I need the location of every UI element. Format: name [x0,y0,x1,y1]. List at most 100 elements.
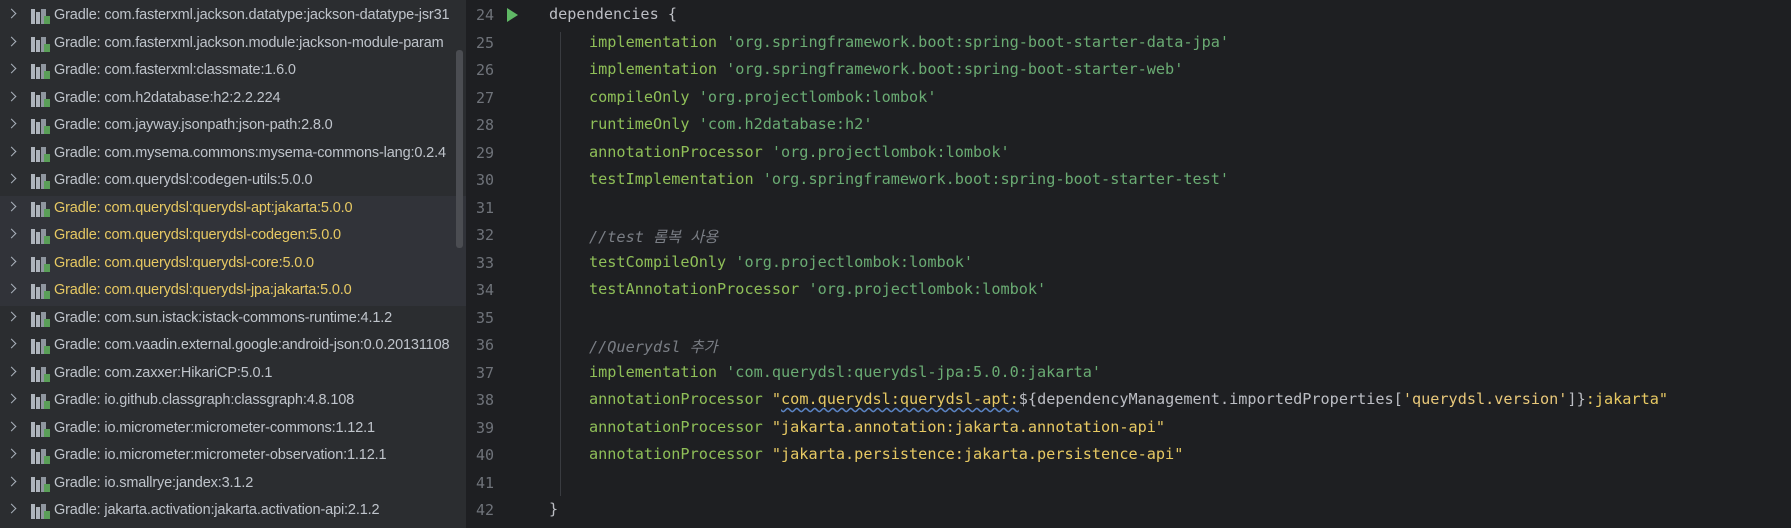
chevron-right-icon[interactable] [6,476,17,486]
chevron-right-icon[interactable] [6,256,17,266]
library-label: Gradle: com.fasterxml.jackson.module:jac… [54,34,444,51]
chevron-right-icon[interactable] [6,173,17,184]
line-number: 37 [476,363,495,382]
library-tree-item[interactable]: Gradle: com.querydsl:querydsl-jpa:jakart… [0,278,466,306]
library-icon [31,393,50,409]
config-name: annotationProcessor [589,142,763,161]
chevron-right-icon[interactable] [6,91,17,101]
gstring-prefix: com.querydsl:querydsl-apt: [781,390,1019,408]
library-tree-item[interactable]: Gradle: jakarta.activation:jakarta.activ… [0,498,466,526]
chevron-right-icon[interactable] [6,366,17,376]
library-label: Gradle: io.smallrye:jandex:3.1.2 [54,474,254,491]
dependency-gstring: "jakarta.persistence:jakarta.persistence… [762,445,1184,463]
line-number: 29 [476,143,495,162]
line-number: 33 [476,253,495,272]
library-icon [31,201,50,217]
library-list-scrollbar[interactable] [456,50,463,248]
config-name: implementation [589,362,718,381]
config-name: testCompileOnly [589,252,727,271]
library-icon [31,448,50,464]
dependency-string: 'org.springframework.boot:spring-boot-st… [753,170,1230,188]
line-number: 32 [476,226,495,244]
code-comment: //Querydsl 추가 [589,338,718,356]
library-tree-item[interactable]: Gradle: com.mysema.commons:mysema-common… [0,141,466,169]
run-gutter-icon[interactable] [507,8,518,22]
library-label: Gradle: com.querydsl:codegen-utils:5.0.0 [54,172,313,188]
chevron-right-icon[interactable] [6,146,17,156]
interpolation-expression: dependencyManagement.importedProperties[ [1037,390,1403,408]
code-line-38[interactable]: annotationProcessor "com.querydsl:queryd… [589,390,1668,408]
gstring-suffix: :jakarta" [1585,390,1669,408]
code-line-42[interactable]: } [549,500,558,518]
code-line-39[interactable]: annotationProcessor "jakarta.annotation:… [589,418,1165,436]
chevron-right-icon[interactable] [6,393,17,404]
code-line-26[interactable]: implementation 'org.springframework.boot… [589,60,1183,78]
library-label: Gradle: io.micrometer:micrometer-observa… [54,447,387,463]
library-tree-item[interactable]: Gradle: com.vaadin.external.google:andro… [0,333,466,361]
library-icon [31,338,50,354]
config-name: annotationProcessor [589,445,763,463]
library-tree-item[interactable]: Gradle: io.micrometer:micrometer-observa… [0,443,466,471]
code-line-28[interactable]: runtimeOnly 'com.h2database:h2' [589,115,872,133]
code-line-32[interactable]: //test 롬복 사용 [589,225,718,247]
library-label: Gradle: jakarta.activation:jakarta.activ… [54,502,380,518]
config-name: implementation [589,32,718,51]
line-number: 27 [476,88,495,107]
chevron-right-icon[interactable] [6,8,17,19]
library-tree-item[interactable]: Gradle: com.querydsl:querydsl-core:5.0.0 [0,250,466,278]
config-name: implementation [589,60,718,78]
library-tree-item[interactable]: Gradle: com.fasterxml.jackson.module:jac… [0,31,466,59]
library-tree-item[interactable]: Gradle: com.fasterxml.jackson.datatype:j… [0,3,466,31]
library-label: Gradle: com.mysema.commons:mysema-common… [54,144,446,161]
code-line-40[interactable]: annotationProcessor "jakarta.persistence… [589,445,1183,463]
code-line-24[interactable]: dependencies { [549,5,677,23]
chevron-right-icon[interactable] [6,283,17,294]
dependency-string: 'org.projectlombok:lombok' [762,142,1010,161]
chevron-right-icon[interactable] [6,36,17,46]
chevron-right-icon[interactable] [6,201,17,211]
library-tree-item[interactable]: Gradle: com.querydsl:querydsl-apt:jakart… [0,195,466,223]
code-line-34[interactable]: testAnnotationProcessor 'org.projectlomb… [589,280,1046,298]
chevron-right-icon[interactable] [6,503,17,514]
chevron-right-icon[interactable] [6,338,17,349]
code-comment: //test 롬복 사용 [589,228,719,246]
chevron-right-icon[interactable] [6,118,17,129]
chevron-right-icon[interactable] [6,421,17,431]
library-tree-item[interactable]: Gradle: com.zaxxer:HikariCP:5.0.1 [0,361,466,389]
chevron-right-icon[interactable] [6,63,17,74]
line-number: 41 [476,473,495,492]
code-line-25[interactable]: implementation 'org.springframework.boot… [589,33,1229,51]
line-number: 25 [476,33,495,52]
line-number: 34 [476,281,495,299]
dependency-string: 'org.projectlombok:lombok' [726,252,974,271]
line-number: 26 [476,61,495,79]
line-number: 42 [476,501,495,519]
library-tree-item[interactable]: Gradle: com.fasterxml:classmate:1.6.0 [0,58,466,86]
open-brace: { [658,5,678,23]
library-tree-item[interactable]: Gradle: com.querydsl:querydsl-codegen:5.… [0,223,466,251]
library-tree-item[interactable]: Gradle: com.sun.istack:istack-commons-ru… [0,306,466,334]
library-tree-item[interactable]: Gradle: io.micrometer:micrometer-commons… [0,416,466,444]
line-number: 31 [476,198,495,217]
library-tree-item[interactable]: Gradle: io.github.classgraph:classgraph:… [0,388,466,416]
code-line-27[interactable]: compileOnly 'org.projectlombok:lombok' [589,88,936,106]
library-tree-item[interactable]: Gradle: com.jayway.jsonpath:json-path:2.… [0,113,466,141]
gstring-quote: " [762,390,782,408]
dependency-string: 'com.querydsl:querydsl-jpa:5.0.0:jakarta… [717,362,1102,381]
code-line-36[interactable]: //Querydsl 추가 [589,335,718,357]
library-label: Gradle: com.vaadin.external.google:andro… [54,337,450,353]
line-number: 30 [476,171,495,189]
library-label: Gradle: com.sun.istack:istack-commons-ru… [54,309,393,326]
code-line-37[interactable]: implementation 'com.querydsl:querydsl-jp… [589,363,1101,381]
chevron-right-icon[interactable] [6,311,17,321]
library-label: Gradle: io.micrometer:micrometer-commons… [54,419,375,436]
library-tree-item[interactable]: Gradle: com.h2database:h2:2.2.224 [0,86,466,114]
library-icon [31,366,50,382]
code-line-33[interactable]: testCompileOnly 'org.projectlombok:lombo… [589,253,973,271]
code-line-30[interactable]: testImplementation 'org.springframework.… [589,170,1229,188]
library-tree-item[interactable]: Gradle: io.smallrye:jandex:3.1.2 [0,471,466,499]
chevron-right-icon[interactable] [6,448,17,459]
library-tree-item[interactable]: Gradle: com.querydsl:codegen-utils:5.0.0 [0,168,466,196]
code-line-29[interactable]: annotationProcessor 'org.projectlombok:l… [589,143,1010,161]
chevron-right-icon[interactable] [6,228,17,239]
